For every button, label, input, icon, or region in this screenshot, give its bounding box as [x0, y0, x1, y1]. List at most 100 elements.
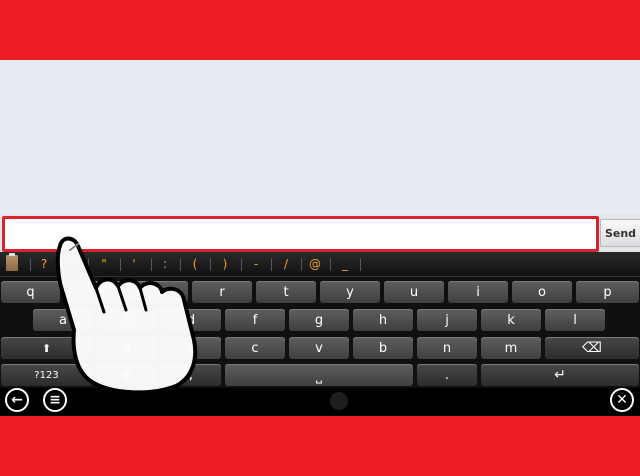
key-h[interactable]: h	[353, 309, 413, 331]
separator	[210, 258, 211, 271]
back-button[interactable]: ←	[5, 388, 29, 412]
back-arrow-icon: ←	[11, 392, 23, 408]
key-x[interactable]: x	[161, 337, 221, 359]
message-input[interactable]	[2, 216, 599, 252]
clipboard-icon[interactable]	[6, 253, 18, 271]
key-label: t	[283, 284, 289, 300]
suggestion-item[interactable]: :	[155, 252, 175, 276]
suggestion-item[interactable]: )	[215, 252, 235, 276]
key-r[interactable]: r	[192, 281, 252, 303]
period-key[interactable]: .	[417, 364, 477, 386]
space-icon: ⎵	[315, 366, 322, 384]
suggestion-item[interactable]: "	[94, 252, 114, 276]
key-label: j	[445, 312, 449, 328]
suggestion-item[interactable]: @	[305, 252, 325, 276]
key-u[interactable]: u	[384, 281, 444, 303]
key-s[interactable]: s	[97, 309, 157, 331]
key-p[interactable]: p	[576, 281, 639, 303]
key-label: e	[154, 284, 162, 300]
bottom-red-banner	[0, 416, 640, 476]
key-j[interactable]: j	[417, 309, 477, 331]
separator	[180, 258, 181, 271]
key-label: c	[251, 340, 259, 356]
separator	[88, 258, 89, 271]
key-w[interactable]: w	[64, 281, 124, 303]
key-v[interactable]: v	[289, 337, 349, 359]
separator	[241, 258, 242, 271]
settings-key[interactable]: ⚙	[97, 364, 157, 386]
key-label: .	[444, 367, 450, 383]
space-key[interactable]: ⎵	[225, 364, 413, 386]
key-e[interactable]: e	[128, 281, 188, 303]
key-l[interactable]: l	[545, 309, 605, 331]
key-label: u	[409, 284, 419, 300]
suggestion-item[interactable]: !	[62, 252, 82, 276]
menu-icon: ≡	[49, 392, 61, 408]
delete-key[interactable]: ⌫	[545, 337, 639, 359]
key-a[interactable]: a	[33, 309, 93, 331]
menu-button[interactable]: ≡	[43, 388, 67, 412]
separator	[58, 258, 59, 271]
key-label: ,	[188, 367, 194, 383]
enter-icon: ↵	[554, 367, 566, 383]
settings-icon: ⚙	[121, 368, 133, 382]
suggestion-item[interactable]: /	[276, 252, 296, 276]
key-label: n	[442, 340, 452, 356]
key-c[interactable]: c	[225, 337, 285, 359]
comma-key[interactable]: ,	[161, 364, 221, 386]
tools-button[interactable]: ✕	[610, 388, 634, 412]
key-label: q	[26, 284, 35, 300]
key-i[interactable]: i	[448, 281, 508, 303]
key-label: f	[252, 312, 258, 328]
separator	[120, 258, 121, 271]
key-label: ?123	[34, 369, 59, 381]
key-b[interactable]: b	[353, 337, 413, 359]
tools-icon: ✕	[616, 392, 628, 408]
shift-key[interactable]: ⬆	[1, 337, 92, 359]
key-label: r	[219, 284, 225, 300]
backspace-icon: ⌫	[582, 340, 602, 356]
key-label: g	[314, 312, 324, 328]
separator	[301, 258, 302, 271]
suggestion-item[interactable]: -	[246, 252, 266, 276]
key-z[interactable]: z	[97, 337, 157, 359]
key-d[interactable]: d	[161, 309, 221, 331]
key-label: b	[378, 340, 388, 356]
key-label: y	[346, 284, 354, 300]
enter-key[interactable]: ↵	[481, 364, 639, 386]
key-k[interactable]: k	[481, 309, 541, 331]
suggestion-item[interactable]: (	[185, 252, 205, 276]
separator	[271, 258, 272, 271]
key-n[interactable]: n	[417, 337, 477, 359]
separator	[360, 258, 361, 271]
suggestion-item[interactable]: '	[124, 252, 144, 276]
key-q[interactable]: q	[1, 281, 60, 303]
key-label: d	[186, 312, 196, 328]
symbols-key[interactable]: ?123	[1, 364, 92, 386]
top-red-banner	[0, 0, 640, 60]
key-label: h	[378, 312, 388, 328]
key-t[interactable]: t	[256, 281, 316, 303]
key-label: z	[123, 340, 131, 356]
send-button[interactable]: Send	[600, 219, 640, 247]
suggestion-item[interactable]: ?	[34, 252, 54, 276]
key-label: m	[504, 340, 518, 356]
key-f[interactable]: f	[225, 309, 285, 331]
key-label: p	[603, 284, 612, 300]
key-label: l	[573, 312, 577, 328]
key-label: v	[315, 340, 323, 356]
key-label: k	[507, 312, 515, 328]
home-indicator-icon[interactable]	[330, 392, 348, 410]
key-g[interactable]: g	[289, 309, 349, 331]
key-label: i	[476, 284, 480, 300]
key-o[interactable]: o	[512, 281, 572, 303]
key-m[interactable]: m	[481, 337, 541, 359]
key-label: a	[59, 312, 67, 328]
key-label: s	[123, 312, 131, 328]
suggestion-item[interactable]: _	[335, 252, 355, 276]
separator	[330, 258, 331, 271]
system-nav-bar	[0, 388, 640, 416]
separator	[151, 258, 152, 271]
key-y[interactable]: y	[320, 281, 380, 303]
separator	[30, 258, 31, 271]
